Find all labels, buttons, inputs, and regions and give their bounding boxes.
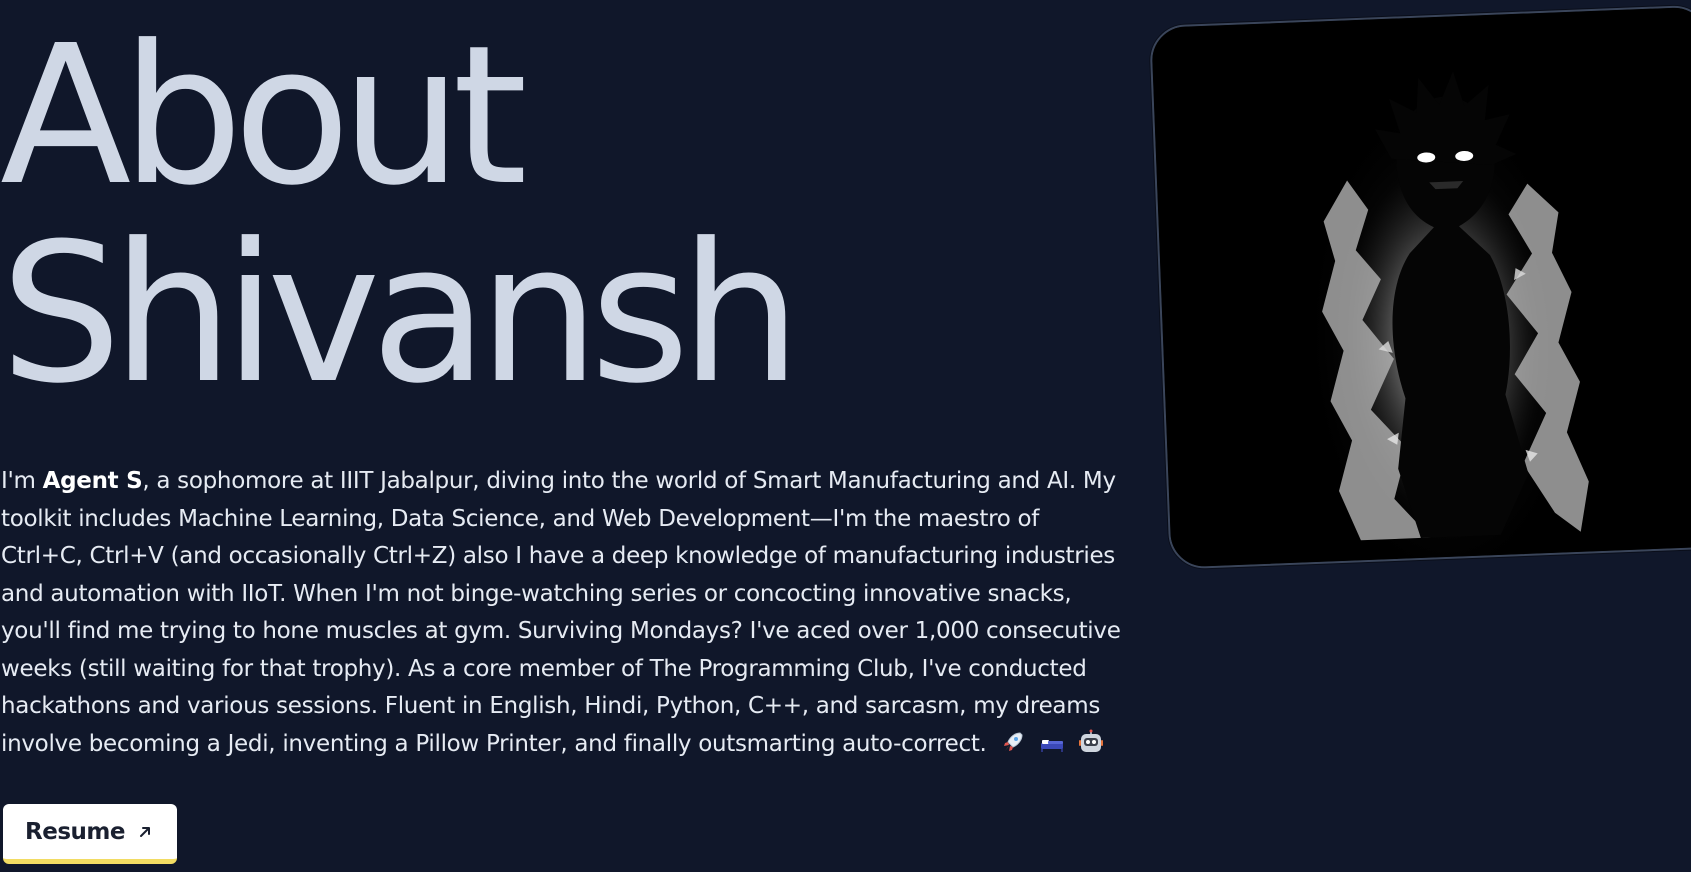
- profile-portrait: [1149, 4, 1691, 570]
- bio-intro: I'm: [1, 468, 43, 494]
- title-line-name: Shivansh: [0, 203, 802, 426]
- bio-text: , a sophomore at IIIT Jabalpur, diving i…: [1, 468, 1121, 757]
- title-line-about: About: [0, 5, 528, 228]
- arrow-up-right-icon: [139, 826, 150, 837]
- bio-name: Agent S: [42, 468, 143, 494]
- bed-icon: [1040, 739, 1063, 752]
- page-title: About Shivansh: [0, 18, 900, 414]
- bio-paragraph: I'm Agent S, a sophomore at IIIT Jabalpu…: [1, 463, 1121, 763]
- robot-icon: [1078, 729, 1103, 752]
- anime-character-portrait-icon: [1151, 6, 1691, 568]
- rocket-icon: [1003, 731, 1023, 751]
- resume-button-label: Resume: [25, 818, 125, 845]
- resume-button[interactable]: Resume: [3, 804, 177, 864]
